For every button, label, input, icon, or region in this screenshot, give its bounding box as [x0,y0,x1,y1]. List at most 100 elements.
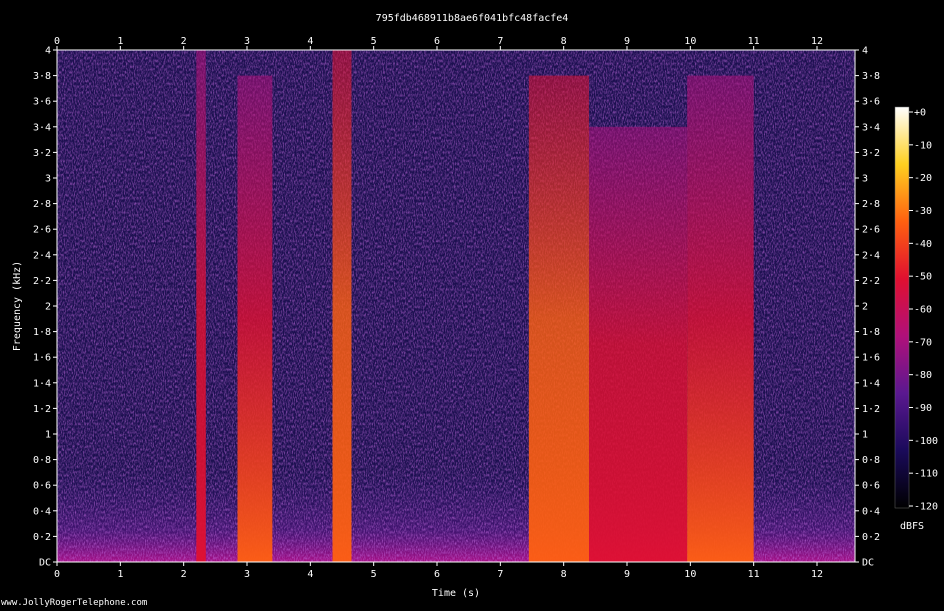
x-tick-label: 7 [497,36,503,47]
x-tick-label: 4 [307,36,313,47]
x-tick-label: 5 [371,569,377,580]
y-tick-label: 3·2 [33,148,51,159]
y-tick-label: 3·2 [862,148,880,159]
y-tick-label: 1·2 [862,404,880,415]
y-axis-right: DC 0·2 0·4 0·6 0·8 1 1·2 1·4 1·6 1·8 2 2·2 2·4 2·6 2·8… [855,46,880,569]
colorbar-tick-label: -10 [914,140,932,151]
y-tick-label: 3·4 [862,122,880,133]
y-tick-label: 3·6 [862,97,880,108]
y-tick-label: 1·6 [862,353,880,364]
y-tick-label: DC [39,558,51,569]
x-tick-label: 9 [624,36,630,47]
colorbar-tick-label: -110 [914,469,938,480]
y-tick-label: 0·2 [33,532,51,543]
x-axis-label: Time (s) [432,588,480,599]
x-tick-label: 2 [181,36,187,47]
y-tick-label: 3 [45,174,51,185]
energy-region [528,75,589,562]
energy-region [589,126,688,562]
y-tick-label: DC [862,558,874,569]
colorbar: +0 -10 -20 -30 -40 -50 -60 -70 -80 -90 -100 -110 -12… [894,106,938,532]
colorbar-tick-label: -40 [914,239,932,250]
x-tick-label: 0 [54,36,60,47]
y-tick-label: 1·6 [33,353,51,364]
y-tick-label: 0·8 [862,455,880,466]
x-tick-label: 5 [371,36,377,47]
x-axis-top: 0 1 2 3 4 5 6 7 8 9 10 11 12 [54,36,823,50]
y-tick-label: 3·8 [33,71,51,82]
y-tick-label: 1 [45,430,51,441]
footer-credit: www.JollyRogerTelephone.com [1,598,148,608]
y-tick-label: 2·8 [862,199,880,210]
y-tick-label: 0·8 [33,455,51,466]
energy-region [332,50,352,562]
y-tick-label: 2·8 [33,199,51,210]
plot-area [57,50,855,562]
y-tick-label: 3·4 [33,122,51,133]
x-tick-label: 3 [244,569,250,580]
y-tick-label: 3 [862,174,868,185]
y-tick-label: 0·4 [33,506,51,517]
y-tick-label: 0·6 [33,481,51,492]
x-tick-label: 8 [561,569,567,580]
x-tick-label: 11 [748,36,760,47]
chart-title: 795fdb468911b8ae6f041bfc48facfe4 [376,13,569,24]
x-tick-label: 10 [684,36,696,47]
colorbar-tick-label: -120 [914,502,938,513]
x-tick-label: 1 [117,36,123,47]
x-tick-label: 11 [748,569,760,580]
x-tick-label: 4 [307,569,313,580]
x-tick-label: 8 [561,36,567,47]
colorbar-label: dBFS [900,521,924,532]
spectrogram-figure: 795fdb468911b8ae6f041bfc48facfe4 0123456… [12,13,938,599]
colorbar-tick-label: -30 [914,206,932,217]
x-tick-label: 0 [54,569,60,580]
y-tick-label: 2·6 [33,225,51,236]
y-tick-label: 3·6 [33,97,51,108]
colorbar-tick-label: +0 [914,108,926,119]
y-tick-label: 2·2 [33,276,51,287]
x-tick-label: 10 [684,569,696,580]
x-tick-label: 1 [117,569,123,580]
energy-region [196,50,206,562]
y-tick-label: 1·4 [862,378,880,389]
y-tick-label: 2·4 [862,250,880,261]
y-tick-label: 1 [862,430,868,441]
x-tick-label: 7 [497,569,503,580]
x-tick-label: 6 [434,36,440,47]
y-tick-label: 1·8 [862,327,880,338]
y-tick-label: 1·2 [33,404,51,415]
x-tick-label: 2 [181,569,187,580]
y-tick-label: 2·2 [862,276,880,287]
y-tick-label: 0·6 [862,481,880,492]
y-tick-label: 0·4 [862,506,880,517]
y-tick-label: 3·8 [862,71,880,82]
colorbar-tick-label: -100 [914,436,938,447]
x-tick-label: 3 [244,36,250,47]
energy-region [687,75,754,562]
y-tick-label: 1·4 [33,378,51,389]
y-axis-label: Frequency (kHz) [12,261,23,351]
colorbar-tick-label: -20 [914,173,932,184]
colorbar-tick-label: -50 [914,272,932,283]
colorbar-tick-label: -90 [914,403,932,414]
y-tick-label: 4 [862,46,868,57]
x-tick-label: 12 [811,569,823,580]
x-tick-label: 6 [434,569,440,580]
y-tick-label: 1·8 [33,327,51,338]
x-tick-label: 9 [624,569,630,580]
y-tick-label: 2·6 [862,225,880,236]
y-tick-label: 2 [45,302,51,313]
energy-region [237,75,273,562]
colorbar-tick-label: -70 [914,337,932,348]
y-tick-label: 0·2 [862,532,880,543]
x-axis-bottom: 0 1 2 3 4 5 6 7 8 9 10 11 12 [54,562,823,580]
y-tick-label: 4 [45,46,51,57]
y-tick-label: 2·4 [33,250,51,261]
colorbar-ticks: +0 -10 -20 -30 -40 -50 -60 -70 -80 -90 -100 -110 -12… [909,108,938,513]
colorbar-gradient [894,106,910,509]
colorbar-tick-label: -60 [914,305,932,316]
y-tick-label: 2 [862,302,868,313]
x-tick-label: 12 [811,36,823,47]
y-axis-left: DC 0·2 0·4 0·6 0·8 1 1·2 1·4 1·6 1·8 2 2·2 2·4 2·6 2·8… [33,46,57,569]
